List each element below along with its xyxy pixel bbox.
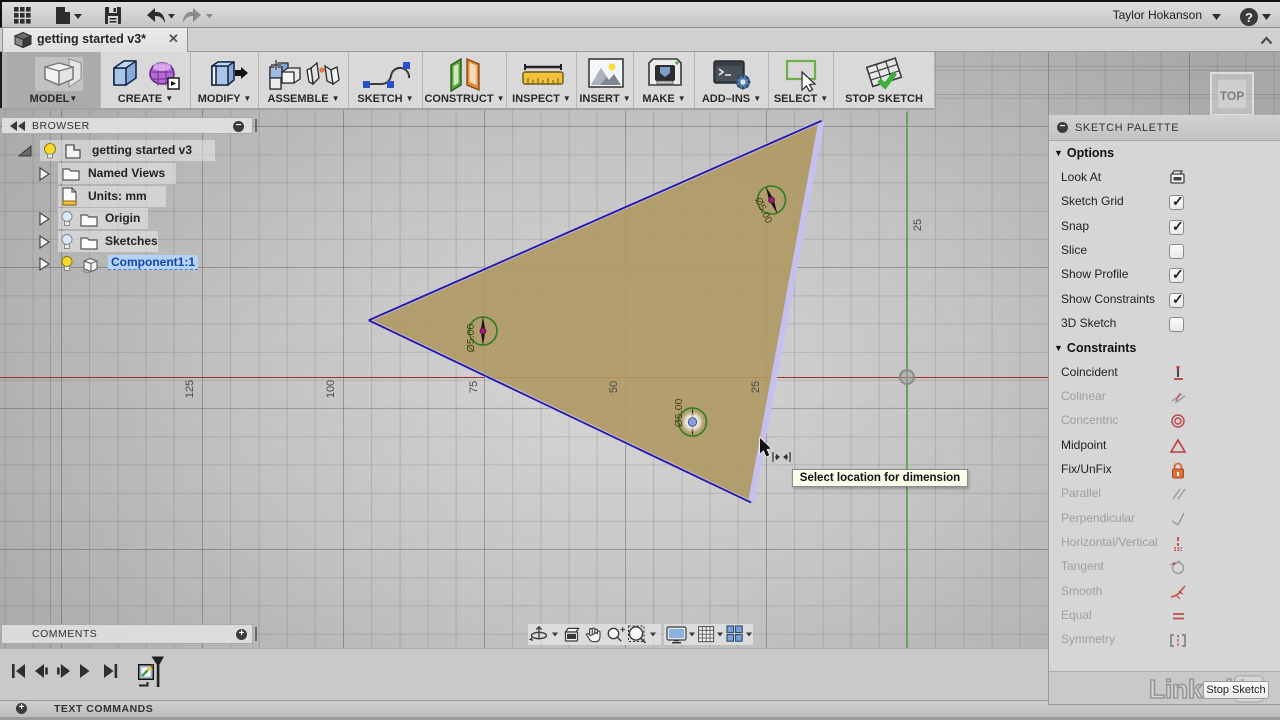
svg-text:?: ? [1245, 10, 1253, 25]
